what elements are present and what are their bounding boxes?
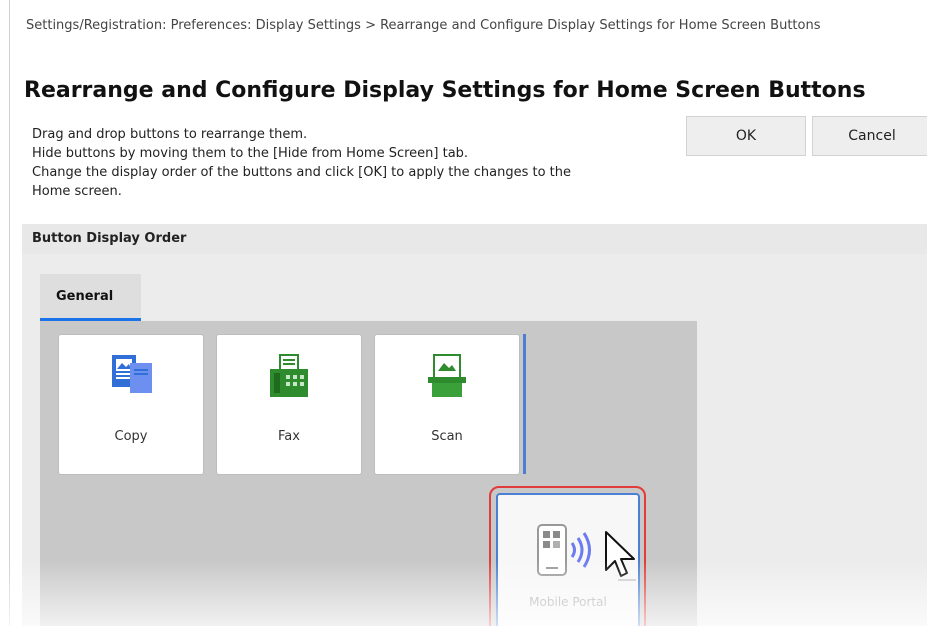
breadcrumb: Settings/Registration: Preferences: Disp… [26,18,821,33]
home-button-copy[interactable]: Copy [58,334,204,475]
instruction-line: Drag and drop buttons to rearrange them. [32,127,308,142]
instruction-line: Change the display order of the buttons … [32,165,571,180]
home-button-fax[interactable]: Fax [216,334,362,475]
left-divider [9,0,10,626]
section-header: Button Display Order [22,224,927,254]
copy-icon [112,355,152,393]
drop-position-indicator [523,334,526,474]
mobile-portal-icon [537,524,591,576]
scan-icon [428,354,466,397]
fax-icon [270,354,308,397]
tile-label: Copy [114,429,148,444]
ok-button[interactable]: OK [686,116,806,156]
home-button-scan[interactable]: Scan [374,334,520,475]
page-title: Rearrange and Configure Display Settings… [24,78,866,103]
tab-general[interactable]: General [40,274,141,320]
instruction-line: Hide buttons by moving them to the [Hide… [32,146,469,161]
tile-label: Scan [431,429,463,444]
cancel-button[interactable]: Cancel [812,116,927,156]
instruction-line: Home screen. [32,184,122,199]
tile-label: Mobile Portal [529,595,607,609]
tile-label: Fax [278,429,300,444]
mouse-cursor-icon [605,531,636,581]
instructions: Drag and drop buttons to rearrange them.… [32,125,682,201]
